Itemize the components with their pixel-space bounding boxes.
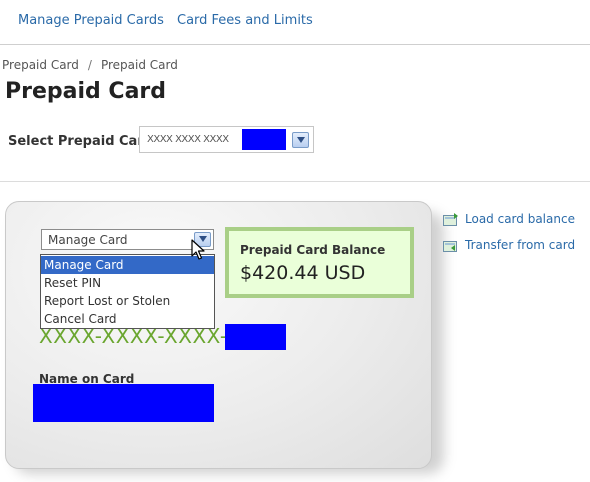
dropdown-option-cancel-card[interactable]: Cancel Card <box>41 310 214 328</box>
dropdown-option-manage-card[interactable]: Manage Card <box>41 256 214 274</box>
load-balance-icon <box>443 212 459 231</box>
redacted-block <box>242 129 286 150</box>
breadcrumb: Prepaid Card / Prepaid Card <box>2 58 178 72</box>
page-title: Prepaid Card <box>5 79 167 104</box>
dropdown-option-reset-pin[interactable]: Reset PIN <box>41 274 214 292</box>
mouse-cursor-icon <box>191 239 205 260</box>
redacted-block <box>225 324 286 350</box>
nav-card-fees-and-limits[interactable]: Card Fees and Limits <box>177 13 313 28</box>
card-select-label: Select Prepaid Card <box>8 134 154 149</box>
transfer-icon <box>443 238 459 257</box>
manage-card-dropdown: Manage Card Reset PIN Report Lost or Sto… <box>40 254 215 329</box>
prepaid-card: Manage Card Manage Card Reset PIN Report… <box>5 201 432 469</box>
chevron-down-icon[interactable] <box>292 132 309 148</box>
balance-amount: $420.44 USD <box>240 262 366 284</box>
manage-card-select[interactable]: Manage Card <box>41 229 214 250</box>
manage-card-select-value: Manage Card <box>48 233 128 247</box>
breadcrumb-item[interactable]: Prepaid Card <box>2 58 79 72</box>
balance-label: Prepaid Card Balance <box>240 243 386 257</box>
transfer-from-card-label: Transfer from card <box>465 238 576 252</box>
balance-box: Prepaid Card Balance $420.44 USD <box>225 227 414 298</box>
load-card-balance-link[interactable]: Load card balance <box>442 210 582 228</box>
breadcrumb-item-current: Prepaid Card <box>100 58 178 72</box>
card-select-value: XXXX XXXX XXXX <box>147 134 229 145</box>
nav-manage-prepaid-cards[interactable]: Manage Prepaid Cards <box>18 13 164 28</box>
dropdown-option-report-lost[interactable]: Report Lost or Stolen <box>41 292 214 310</box>
top-nav: Manage Prepaid Cards Card Fees and Limit… <box>0 0 590 45</box>
divider <box>0 181 590 182</box>
card-select[interactable]: XXXX XXXX XXXX <box>139 126 314 153</box>
load-card-balance-label: Load card balance <box>465 212 575 226</box>
transfer-from-card-link[interactable]: Transfer from card <box>442 236 582 254</box>
redacted-block <box>33 384 214 422</box>
breadcrumb-separator: / <box>87 58 92 72</box>
